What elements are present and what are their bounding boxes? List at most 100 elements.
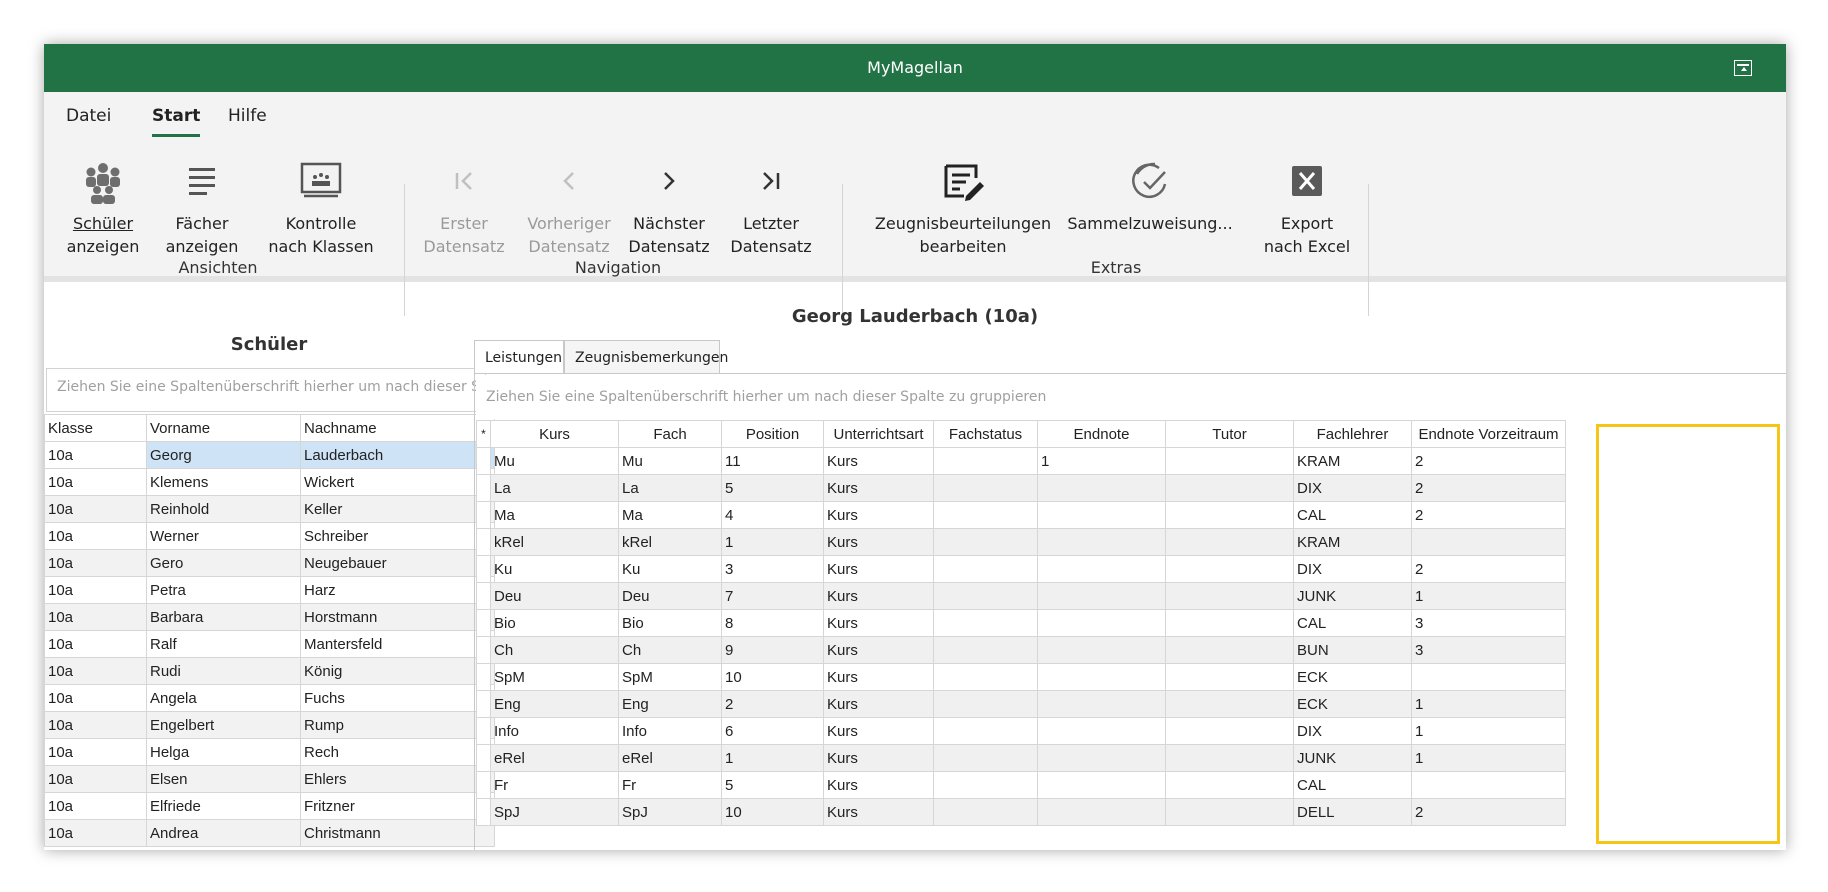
cell-kurs[interactable]: Mu <box>490 447 619 475</box>
cell-endnote[interactable] <box>1037 609 1166 637</box>
cell-kurs[interactable]: eRel <box>490 744 619 772</box>
cell-tutor[interactable] <box>1165 609 1294 637</box>
row-selector[interactable] <box>476 636 491 664</box>
cell-klasse[interactable]: 10a <box>44 765 147 793</box>
cell-endnote[interactable] <box>1037 555 1166 583</box>
row-selector[interactable] <box>476 771 491 799</box>
cell-kurs[interactable]: Ku <box>490 555 619 583</box>
cell-endnote-vorzeitraum[interactable]: 2 <box>1411 447 1566 475</box>
cell-nachname[interactable]: Fuchs <box>300 684 495 712</box>
cell-unterrichtsart[interactable]: Kurs <box>823 717 934 745</box>
row-selector[interactable] <box>476 474 491 502</box>
cell-tutor[interactable] <box>1165 528 1294 556</box>
cell-fachlehrer[interactable]: KRAM <box>1293 528 1412 556</box>
grade-row[interactable]: SpM SpM 10 Kurs ECK <box>476 663 1566 691</box>
cell-vorname[interactable]: Werner <box>146 522 301 550</box>
cell-fach[interactable]: Fr <box>618 771 722 799</box>
grades-group-panel[interactable]: Ziehen Sie eine Spaltenüberschrift hierh… <box>476 375 1786 419</box>
grade-row[interactable]: Ku Ku 3 Kurs DIX 2 <box>476 555 1566 583</box>
cell-nachname[interactable]: Schreiber <box>300 522 495 550</box>
cell-kurs[interactable]: SpM <box>490 663 619 691</box>
cell-unterrichtsart[interactable]: Kurs <box>823 636 934 664</box>
cell-fachlehrer[interactable]: KRAM <box>1293 447 1412 475</box>
cell-unterrichtsart[interactable]: Kurs <box>823 555 934 583</box>
cell-vorname[interactable]: Angela <box>146 684 301 712</box>
cell-klasse[interactable]: 10a <box>44 549 147 577</box>
cell-tutor[interactable] <box>1165 744 1294 772</box>
cell-position[interactable]: 5 <box>721 771 824 799</box>
cell-endnote[interactable] <box>1037 501 1166 529</box>
cell-vorname[interactable]: Klemens <box>146 468 301 496</box>
cell-vorname[interactable]: Petra <box>146 576 301 604</box>
cell-nachname[interactable]: Harz <box>300 576 495 604</box>
new-row-marker[interactable]: * <box>476 420 491 448</box>
row-selector[interactable] <box>476 528 491 556</box>
cell-vorname[interactable]: Reinhold <box>146 495 301 523</box>
grade-row[interactable]: Eng Eng 2 Kurs ECK 1 <box>476 690 1566 718</box>
cell-unterrichtsart[interactable]: Kurs <box>823 474 934 502</box>
cell-endnote[interactable]: 1 <box>1037 447 1166 475</box>
cell-endnote-vorzeitraum[interactable]: 2 <box>1411 474 1566 502</box>
cell-fachstatus[interactable] <box>933 663 1038 691</box>
cell-fachstatus[interactable] <box>933 609 1038 637</box>
cell-tutor[interactable] <box>1165 771 1294 799</box>
cell-fach[interactable]: Mu <box>618 447 722 475</box>
column-header-vorname[interactable]: Vorname <box>146 414 301 442</box>
cell-klasse[interactable]: 10a <box>44 441 147 469</box>
student-row[interactable]: 10a Georg Lauderbach <box>44 441 495 469</box>
tab-zeugnisbemerkungen[interactable]: Zeugnisbemerkungen <box>564 340 728 374</box>
cell-vorname[interactable]: Engelbert <box>146 711 301 739</box>
cell-unterrichtsart[interactable]: Kurs <box>823 501 934 529</box>
tab-leistungen[interactable]: Leistungen <box>474 340 564 374</box>
cell-endnote-vorzeitraum[interactable]: 3 <box>1411 636 1566 664</box>
cell-klasse[interactable]: 10a <box>44 684 147 712</box>
cell-fachlehrer[interactable]: JUNK <box>1293 744 1412 772</box>
cell-kurs[interactable]: Ch <box>490 636 619 664</box>
cell-endnote[interactable] <box>1037 663 1166 691</box>
cell-tutor[interactable] <box>1165 555 1294 583</box>
row-selector[interactable] <box>476 555 491 583</box>
cell-fach[interactable]: Ma <box>618 501 722 529</box>
student-row[interactable]: 10a Reinhold Keller <box>44 495 495 523</box>
cell-endnote-vorzeitraum[interactable]: 1 <box>1411 717 1566 745</box>
row-selector[interactable] <box>476 582 491 610</box>
cell-endnote-vorzeitraum[interactable] <box>1411 663 1566 691</box>
student-group-panel[interactable]: Ziehen Sie eine Spaltenüberschrift hierh… <box>46 368 486 412</box>
cell-nachname[interactable]: Ehlers <box>300 765 495 793</box>
student-row[interactable]: 10a Engelbert Rump <box>44 711 495 739</box>
cell-nachname[interactable]: Mantersfeld <box>300 630 495 658</box>
cell-endnote-vorzeitraum[interactable]: 1 <box>1411 582 1566 610</box>
cell-klasse[interactable]: 10a <box>44 576 147 604</box>
sammelzuweisung-button[interactable]: Sammelzuweisung... <box>1064 156 1236 235</box>
cell-vorname[interactable]: Gero <box>146 549 301 577</box>
grade-row[interactable]: SpJ SpJ 10 Kurs DELL 2 <box>476 798 1566 826</box>
cell-position[interactable]: 8 <box>721 609 824 637</box>
cell-kurs[interactable]: SpJ <box>490 798 619 826</box>
cell-fach[interactable]: SpM <box>618 663 722 691</box>
column-header-position[interactable]: Position <box>721 420 824 448</box>
cell-endnote[interactable] <box>1037 717 1166 745</box>
cell-klasse[interactable]: 10a <box>44 738 147 766</box>
cell-unterrichtsart[interactable]: Kurs <box>823 744 934 772</box>
schueler-anzeigen-button[interactable]: Schüler anzeigen <box>58 156 148 258</box>
cell-vorname[interactable]: Rudi <box>146 657 301 685</box>
naechster-datensatz-button[interactable]: Nächster Datensatz <box>626 156 712 258</box>
cell-endnote[interactable] <box>1037 528 1166 556</box>
cell-unterrichtsart[interactable]: Kurs <box>823 690 934 718</box>
student-row[interactable]: 10a Barbara Horstmann <box>44 603 495 631</box>
student-row[interactable]: 10a Andrea Christmann <box>44 819 495 847</box>
student-row[interactable]: 10a Elsen Ehlers <box>44 765 495 793</box>
zeugnisbeurteilungen-bearbeiten-button[interactable]: Zeugnisbeurteilungen bearbeiten <box>870 156 1056 258</box>
cell-fachstatus[interactable] <box>933 798 1038 826</box>
cell-fach[interactable]: Eng <box>618 690 722 718</box>
cell-fachlehrer[interactable]: DELL <box>1293 798 1412 826</box>
student-row[interactable]: 10a Ralf Mantersfeld <box>44 630 495 658</box>
row-selector[interactable] <box>476 690 491 718</box>
cell-klasse[interactable]: 10a <box>44 495 147 523</box>
cell-endnote-vorzeitraum[interactable]: 1 <box>1411 690 1566 718</box>
cell-klasse[interactable]: 10a <box>44 630 147 658</box>
cell-klasse[interactable]: 10a <box>44 603 147 631</box>
cell-tutor[interactable] <box>1165 447 1294 475</box>
cell-fachlehrer[interactable]: JUNK <box>1293 582 1412 610</box>
grade-row[interactable]: Info Info 6 Kurs DIX 1 <box>476 717 1566 745</box>
